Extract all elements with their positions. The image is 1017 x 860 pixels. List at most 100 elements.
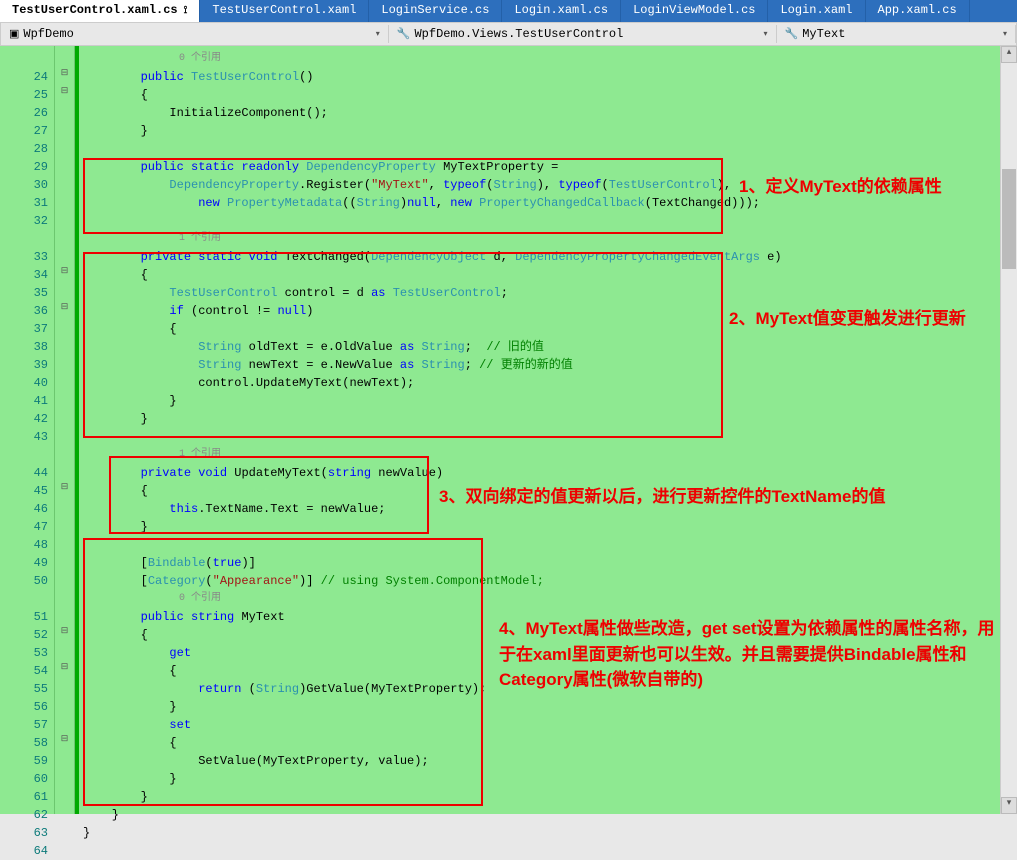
scroll-up-button[interactable]: ▴	[1001, 46, 1017, 63]
pin-icon: ⟟	[184, 5, 188, 17]
fold-toggle	[55, 284, 74, 302]
tab[interactable]: TestUserControl.xaml	[200, 0, 369, 22]
code-line[interactable]: TestUserControl control = d as TestUserC…	[83, 284, 1000, 302]
codelens-references[interactable]: 1 个引用	[83, 446, 1000, 464]
fold-toggle	[55, 770, 74, 788]
code-line[interactable]: String oldText = e.OldValue as String; /…	[83, 338, 1000, 356]
fold-toggle	[55, 122, 74, 140]
code-line[interactable]: {	[83, 266, 1000, 284]
fold-toggle	[55, 536, 74, 554]
fold-toggle[interactable]: ⊟	[55, 626, 74, 644]
fold-toggle	[55, 158, 74, 176]
fold-toggle	[55, 356, 74, 374]
fold-toggle	[55, 788, 74, 806]
code-line[interactable]: {	[83, 734, 1000, 752]
fold-column: ⊟⊟⊟⊟⊟⊟⊟⊟	[55, 46, 75, 814]
tab[interactable]: Login.xaml	[768, 0, 865, 22]
fold-toggle	[55, 428, 74, 446]
annotation-text-2: 2、MyText值变更触发进行更新	[729, 306, 1009, 332]
code-line[interactable]: }	[83, 806, 1000, 824]
code-line[interactable]: control.UpdateMyText(newText);	[83, 374, 1000, 392]
fold-toggle	[55, 338, 74, 356]
code-line[interactable]: SetValue(MyTextProperty, value);	[83, 752, 1000, 770]
nav-type[interactable]: 🔧 WpfDemo.Views.TestUserControl ▾	[389, 25, 777, 43]
class-icon: 🔧	[397, 27, 411, 41]
fold-toggle	[55, 752, 74, 770]
chevron-down-icon: ▾	[764, 29, 768, 39]
code-line[interactable]: [Bindable(true)]	[83, 554, 1000, 572]
nav-type-label: WpfDemo.Views.TestUserControl	[414, 27, 623, 41]
code-line[interactable]: String newText = e.NewValue as String; /…	[83, 356, 1000, 374]
fold-toggle	[55, 248, 74, 266]
scroll-thumb[interactable]	[1002, 169, 1016, 269]
fold-toggle	[55, 140, 74, 158]
code-line[interactable]: {	[83, 86, 1000, 104]
code-line[interactable]: [Category("Appearance")] // using System…	[83, 572, 1000, 590]
fold-toggle	[55, 500, 74, 518]
fold-toggle	[55, 608, 74, 626]
code-line[interactable]: set	[83, 716, 1000, 734]
code-line[interactable]: }	[83, 518, 1000, 536]
fold-toggle[interactable]: ⊟	[55, 68, 74, 86]
fold-toggle	[55, 410, 74, 428]
fold-toggle	[55, 572, 74, 590]
code-line[interactable]	[83, 212, 1000, 230]
csharp-icon: ▣	[9, 27, 19, 41]
code-line[interactable]: private void UpdateMyText(string newValu…	[83, 464, 1000, 482]
scroll-down-button[interactable]: ▾	[1001, 797, 1017, 814]
tab-bar: TestUserControl.xaml.cs⟟TestUserControl.…	[0, 0, 1017, 22]
fold-toggle	[55, 464, 74, 482]
code-line[interactable]: InitializeComponent();	[83, 104, 1000, 122]
codelens-references[interactable]: 0 个引用	[83, 50, 1000, 68]
tab[interactable]: App.xaml.cs	[866, 0, 970, 22]
code-line[interactable]	[83, 428, 1000, 446]
fold-toggle	[55, 518, 74, 536]
code-line[interactable]: public TestUserControl()	[83, 68, 1000, 86]
fold-toggle[interactable]: ⊟	[55, 302, 74, 320]
fold-toggle[interactable]: ⊟	[55, 662, 74, 680]
nav-project[interactable]: ▣ WpfDemo ▾	[1, 25, 389, 43]
tab[interactable]: TestUserControl.xaml.cs⟟	[0, 0, 200, 22]
fold-toggle	[55, 698, 74, 716]
fold-toggle[interactable]: ⊟	[55, 482, 74, 500]
code-line[interactable]: private static void TextChanged(Dependen…	[83, 248, 1000, 266]
code-editor[interactable]: 242526272829303132 333435363738394041424…	[0, 46, 1017, 814]
codelens-references[interactable]: 0 个引用	[83, 590, 1000, 608]
fold-toggle[interactable]: ⊟	[55, 734, 74, 752]
fold-toggle	[55, 212, 74, 230]
fold-toggle	[55, 716, 74, 734]
annotation-text-3: 3、双向绑定的值更新以后，进行更新控件的TextName的值	[439, 484, 999, 510]
nav-project-label: WpfDemo	[23, 27, 73, 41]
code-line[interactable]: }	[83, 122, 1000, 140]
tab[interactable]: Login.xaml.cs	[502, 0, 621, 22]
fold-toggle	[55, 320, 74, 338]
code-line[interactable]: }	[83, 698, 1000, 716]
fold-toggle[interactable]: ⊟	[55, 86, 74, 104]
fold-toggle	[55, 680, 74, 698]
nav-member[interactable]: 🔧 MyText ▾	[777, 25, 1016, 43]
fold-toggle	[55, 554, 74, 572]
nav-member-label: MyText	[802, 27, 845, 41]
line-gutter: 242526272829303132 333435363738394041424…	[0, 46, 55, 814]
tab[interactable]: LoginViewModel.cs	[621, 0, 768, 22]
fold-toggle[interactable]: ⊟	[55, 266, 74, 284]
code-line[interactable]: }	[83, 788, 1000, 806]
codelens-references[interactable]: 1 个引用	[83, 230, 1000, 248]
code-line[interactable]	[83, 140, 1000, 158]
code-line[interactable]: }	[83, 770, 1000, 788]
code-line[interactable]: }	[83, 392, 1000, 410]
tab[interactable]: LoginService.cs	[369, 0, 502, 22]
code-line[interactable]: }	[83, 410, 1000, 428]
fold-toggle	[55, 392, 74, 410]
wrench-icon: 🔧	[785, 27, 799, 41]
vertical-scrollbar[interactable]: ▴ ▾	[1000, 46, 1017, 814]
fold-toggle	[55, 842, 74, 860]
fold-toggle	[55, 806, 74, 824]
code-line[interactable]	[83, 536, 1000, 554]
fold-toggle	[55, 104, 74, 122]
fold-toggle	[55, 194, 74, 212]
code-area[interactable]: 1、定义MyText的依赖属性 2、MyText值变更触发进行更新 3、双向绑定…	[79, 46, 1000, 814]
code-line[interactable]	[83, 842, 1000, 860]
chevron-down-icon: ▾	[1003, 29, 1007, 39]
code-line[interactable]: }	[83, 824, 1000, 842]
